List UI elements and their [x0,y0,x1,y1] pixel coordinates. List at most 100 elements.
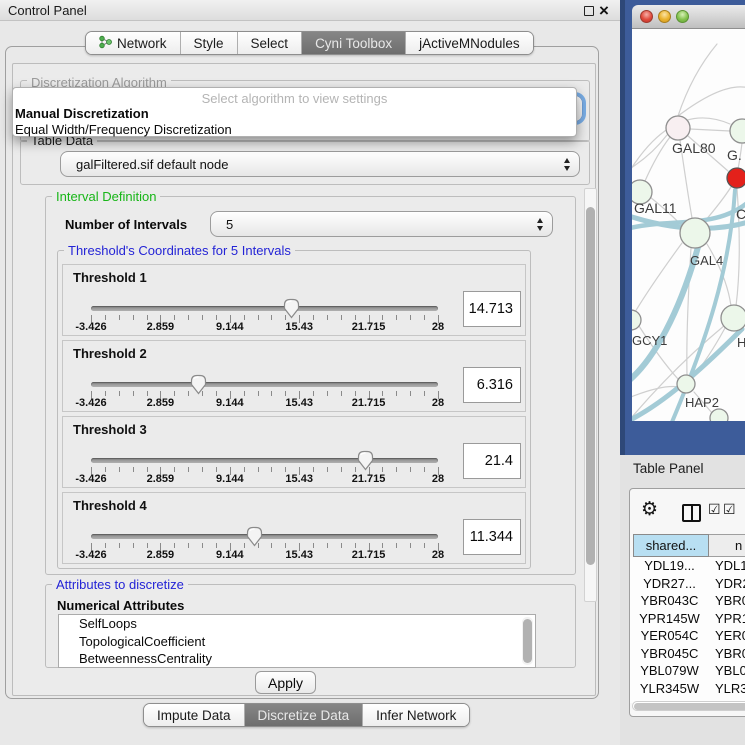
table-row[interactable]: YBL079WYBL0 [630,662,745,680]
attributes-title: Attributes to discretize [52,577,188,592]
numerical-attributes-list[interactable]: SelfLoopsTopologicalCoefficientBetweenne… [58,614,536,668]
tab-impute-data[interactable]: Impute Data [144,704,244,726]
number-of-intervals-select[interactable]: 5 [210,211,553,237]
slider-tick [382,543,383,548]
top-tab-bar: Network Style Select Cyni ToolboxjActiveMNo… [85,31,534,55]
slider-track[interactable] [91,306,438,311]
gal4-node[interactable] [680,218,710,248]
tab-jactivemnodules[interactable]: jActiveMNodules [405,32,533,54]
slider-tick [216,391,217,396]
tab-select[interactable]: Select [237,32,302,54]
scrollbar-thumb[interactable] [586,207,595,565]
table-data-value: galFiltered.sif default node [76,157,228,172]
checkbox-columns-icon[interactable]: ☑ [708,501,721,518]
slider-thumb[interactable] [245,525,264,547]
cell-name: YDL1 [709,558,745,573]
slider-track[interactable] [91,534,438,539]
gear-icon[interactable]: ⚙ [641,498,658,521]
split-panel-icon[interactable] [682,504,701,522]
slider-tick [424,315,425,320]
scrollbar-thumb[interactable] [634,703,745,710]
h-node[interactable] [721,305,745,331]
attribute-list-item[interactable]: BetweennessCentrality [59,650,535,668]
minimize-traffic-light-icon[interactable] [658,10,671,23]
algorithm-option-equal-width[interactable]: Equal Width/Frequency Discretization [13,122,576,138]
table-data-select[interactable]: galFiltered.sif default node [60,151,580,177]
slider-tick [174,543,175,548]
slider-track[interactable] [91,458,438,463]
slider-thumb[interactable] [282,297,301,319]
checkbox-rows-icon[interactable]: ☑ [723,501,736,518]
network-edge [645,137,670,181]
slider-thumb[interactable] [356,449,375,471]
table-row[interactable]: YBR043CYBR0 [630,592,745,610]
slider-tick [133,391,134,396]
settings-vertical-scrollbar[interactable] [584,188,597,602]
slider-scale-label: 15.43 [285,321,313,333]
top-right-node[interactable] [730,119,745,143]
slider-tick [258,467,259,472]
table-panel-window: ⚙ ☑ ☑ shared... n YDL19...YDL1YDR27...YD… [629,488,745,717]
slider-tick [271,467,272,472]
slider-tick [147,467,148,472]
table-row[interactable]: YDL19...YDL1 [630,557,745,575]
threshold-value-field[interactable]: 11.344 [463,519,521,555]
threshold-value-field[interactable]: 14.713 [463,291,521,327]
slider-tick [216,543,217,548]
algorithm-option-manual[interactable]: Manual Discretization [13,106,576,122]
node-label: H [737,335,745,350]
float-window-icon[interactable] [584,6,594,16]
table-row[interactable]: YPR145WYPR1 [630,610,745,628]
slider-tick [244,391,245,396]
algorithm-dropdown-hint: Select algorithm to view settings [13,88,576,106]
slider-scale-label: -3.426 [75,397,106,409]
network-window-titlebar[interactable] [632,5,745,29]
bottom-node[interactable] [710,409,728,421]
slider-tick [327,391,328,396]
slider-tick [327,543,328,548]
zoom-traffic-light-icon[interactable] [676,10,689,23]
slider-scale-label: -3.426 [75,473,106,485]
slider-track[interactable] [91,382,438,387]
slider-tick [188,543,189,548]
apply-button[interactable]: Apply [255,671,316,694]
close-traffic-light-icon[interactable] [640,10,653,23]
tab-infer-network[interactable]: Infer Network [362,704,469,726]
table-row[interactable]: YBR045CYBR0 [630,645,745,663]
slider-scale-label: 9.144 [216,321,244,333]
red-node[interactable] [727,168,745,188]
column-header-name[interactable]: n [709,534,745,557]
column-header-shared-name[interactable]: shared... [633,534,709,557]
table-row[interactable]: YLR345WYLR3 [630,680,745,698]
slider-tick [174,391,175,396]
slider-tick [396,391,397,396]
slider-thumb[interactable] [189,373,208,395]
table-row[interactable]: YDR27...YDR2 [630,575,745,593]
slider-tick [202,315,203,320]
gal80-node[interactable] [666,116,690,140]
tab-style[interactable]: Style [180,32,237,54]
slider-tick [285,467,286,472]
threshold-row-3: Threshold 3-3.4262.8599.14415.4321.71528… [62,416,526,488]
hap2-node[interactable] [677,375,695,393]
tab-label: Select [251,36,289,51]
slider-scale-label: 15.43 [285,549,313,561]
slider-tick [355,315,356,320]
tab-cyni-toolbox[interactable]: Cyni Toolbox [301,32,405,54]
tab-network[interactable]: Network [86,32,180,54]
panel-title: Control Panel [8,0,87,21]
threshold-value-field[interactable]: 21.4 [463,443,521,479]
cell-name: YBR0 [709,593,745,608]
network-icon [99,35,112,52]
threshold-value-field[interactable]: 6.316 [463,367,521,403]
attribute-list-item[interactable]: TopologicalCoefficient [59,633,535,651]
table-row[interactable]: YER054CYER0 [630,627,745,645]
table-rows: YDL19...YDL1YDR27...YDR2YBR043CYBR0YPR14… [630,557,745,703]
attributes-list-scrollbar[interactable] [522,617,533,665]
table-horizontal-scrollbar[interactable] [632,701,745,711]
close-icon[interactable]: × [599,0,609,21]
network-canvas[interactable]: GAL80G.CGAL11GAL4GCY1HHAP2 [632,29,745,421]
tab-discretize-data[interactable]: Discretize Data [244,704,363,726]
tab-label: Network [117,36,167,51]
attribute-list-item[interactable]: SelfLoops [59,615,535,633]
